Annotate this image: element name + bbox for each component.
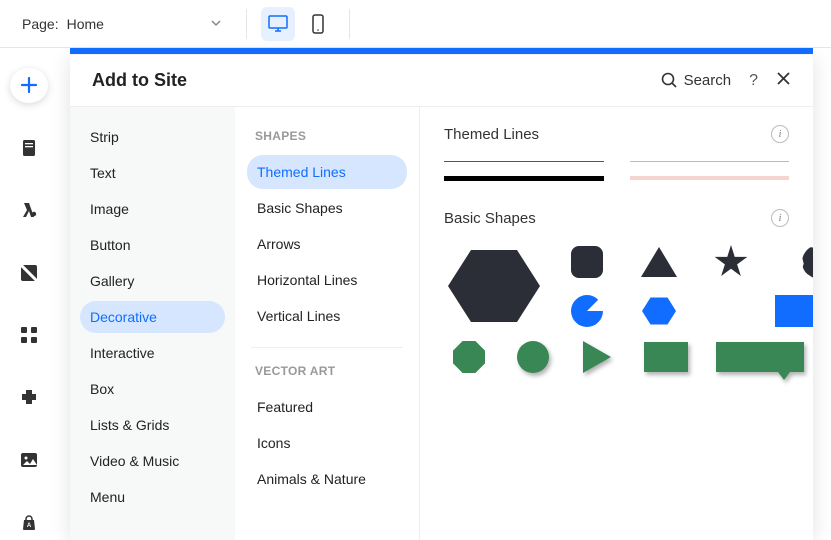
mobile-view-button[interactable] (301, 7, 335, 41)
sub-featured[interactable]: Featured (247, 390, 407, 424)
page-label: Page: (22, 16, 59, 32)
sub-vertical[interactable]: Vertical Lines (247, 299, 407, 333)
apps-icon[interactable] (10, 318, 48, 353)
divider (349, 9, 350, 39)
sub-themed-lines[interactable]: Themed Lines (247, 155, 407, 189)
pages-icon[interactable] (10, 131, 48, 166)
cat-interactive[interactable]: Interactive (80, 337, 225, 369)
cat-video[interactable]: Video & Music (80, 445, 225, 477)
shape-circle[interactable] (517, 341, 549, 373)
sub-header-shapes: SHAPES (247, 123, 407, 153)
cat-lists[interactable]: Lists & Grids (80, 409, 225, 441)
page-selector[interactable]: Page: Home (12, 7, 232, 41)
shape-rectangle-blue[interactable] (775, 295, 813, 327)
close-icon (776, 71, 791, 86)
sub-arrows[interactable]: Arrows (247, 227, 407, 261)
cat-text[interactable]: Text (80, 157, 225, 189)
background-icon[interactable] (10, 256, 48, 291)
sub-basic-shapes[interactable]: Basic Shapes (247, 191, 407, 225)
chevron-down-icon (210, 16, 222, 32)
shape-triangle[interactable] (641, 247, 677, 277)
help-button[interactable]: ? (749, 72, 758, 90)
info-icon[interactable]: i (771, 125, 789, 143)
divider (246, 9, 247, 39)
sub-icons[interactable]: Icons (247, 426, 407, 460)
line-thick-black[interactable] (444, 176, 604, 181)
cat-strip[interactable]: Strip (80, 121, 225, 153)
line-pink[interactable] (630, 176, 790, 180)
panel-header: Add to Site Search ? (70, 55, 813, 107)
content-column: Themed Lines i Basic Shapes i (420, 107, 813, 540)
store-icon[interactable]: A (10, 506, 48, 540)
shape-rectangle-green[interactable] (644, 342, 688, 372)
cat-decorative[interactable]: Decorative (80, 301, 225, 333)
panel-body: Strip Text Image Button Gallery Decorati… (70, 107, 813, 540)
sub-animals[interactable]: Animals & Nature (247, 462, 407, 496)
search-label: Search (684, 72, 732, 89)
category-column: Strip Text Image Button Gallery Decorati… (70, 107, 235, 540)
line-thin-gray[interactable] (630, 161, 790, 162)
shape-play-triangle[interactable] (583, 341, 611, 373)
line-thin-dark[interactable] (444, 161, 604, 162)
cat-button[interactable]: Button (80, 229, 225, 261)
media-icon[interactable] (10, 443, 48, 478)
cat-box[interactable]: Box (80, 373, 225, 405)
topbar: Page: Home (0, 0, 831, 48)
shape-speech-bubble[interactable] (716, 342, 804, 372)
shape-hexagon-large[interactable] (448, 246, 540, 326)
section-basic-shapes: Basic Shapes i (444, 209, 789, 373)
page-value: Home (67, 16, 104, 32)
accent-strip (70, 48, 813, 54)
add-panel: Add to Site Search ? Strip Text Image Bu… (70, 55, 813, 540)
shape-pie[interactable] (564, 288, 609, 333)
sub-horizontal[interactable]: Horizontal Lines (247, 263, 407, 297)
cat-image[interactable]: Image (80, 193, 225, 225)
design-icon[interactable] (10, 193, 48, 228)
search-button[interactable]: Search (661, 72, 732, 89)
section-title: Themed Lines (444, 126, 539, 143)
left-rail: A (0, 48, 58, 540)
shape-seal[interactable] (802, 245, 813, 279)
shape-hexagon-small[interactable] (642, 296, 676, 326)
info-icon[interactable]: i (771, 209, 789, 227)
device-switcher (261, 7, 335, 41)
sub-header-vector: VECTOR ART (247, 358, 407, 388)
close-button[interactable] (776, 71, 791, 91)
add-apps-icon[interactable] (10, 381, 48, 416)
subcategory-column: SHAPES Themed Lines Basic Shapes Arrows … (235, 107, 420, 540)
add-button[interactable] (10, 68, 48, 103)
cat-gallery[interactable]: Gallery (80, 265, 225, 297)
panel-title: Add to Site (92, 70, 187, 91)
search-icon (661, 72, 678, 89)
shape-octagon[interactable] (453, 341, 485, 373)
divider (251, 347, 403, 348)
svg-text:A: A (27, 523, 32, 529)
shape-star[interactable] (714, 245, 748, 279)
desktop-view-button[interactable] (261, 7, 295, 41)
shape-rounded-square[interactable] (571, 246, 603, 278)
section-themed-lines: Themed Lines i (444, 125, 789, 181)
section-title: Basic Shapes (444, 210, 536, 227)
cat-menu[interactable]: Menu (80, 481, 225, 513)
